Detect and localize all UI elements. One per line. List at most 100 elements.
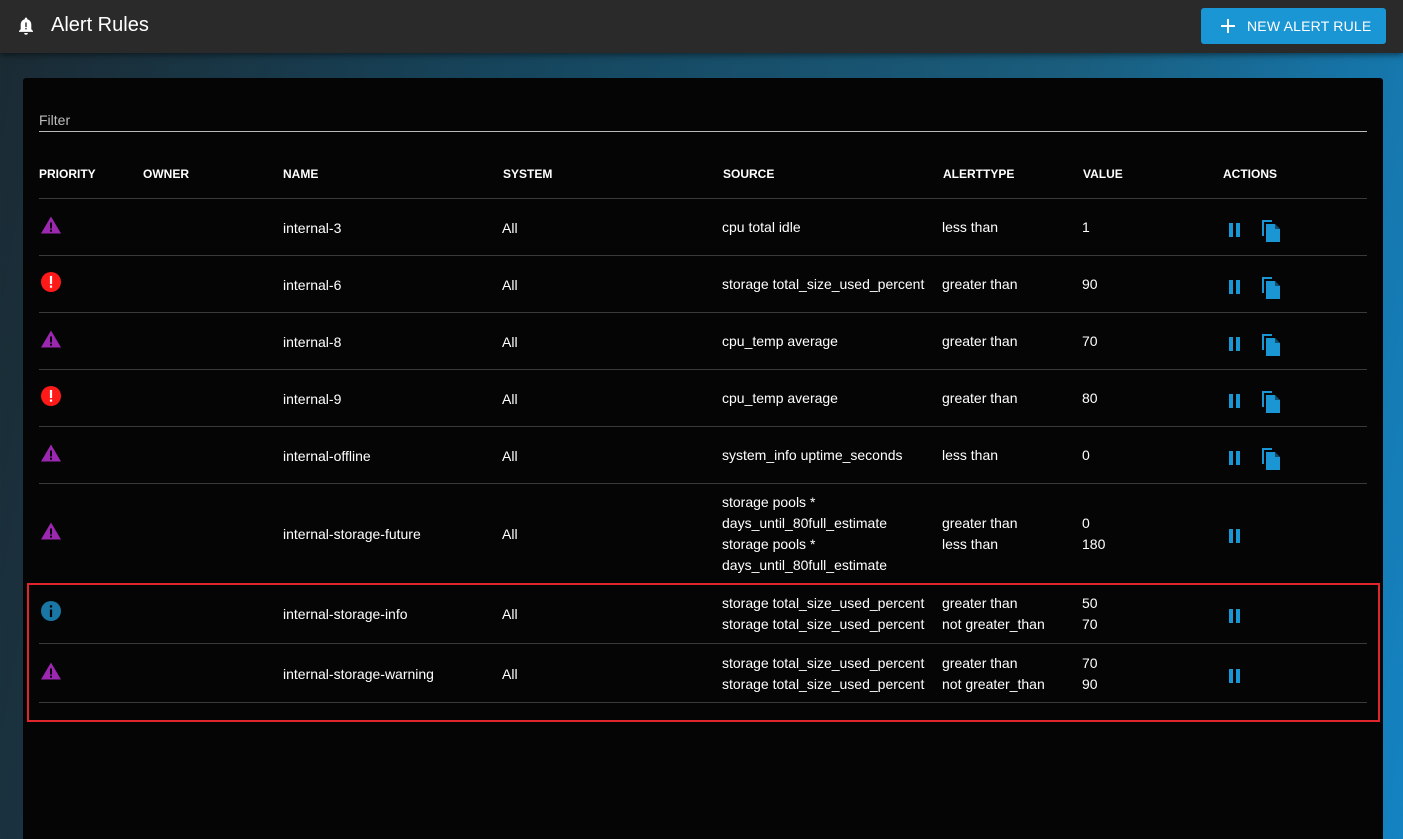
rule-source: days_until_80full_estimate [722, 515, 887, 531]
column-header-actions: ACTIONS [1223, 167, 1277, 181]
column-header-alerttype[interactable]: ALERTTYPE [943, 167, 1014, 181]
row-divider [39, 583, 1367, 584]
table-row[interactable]: internal-3 All cpu total idle less than 1 [23, 198, 1383, 256]
row-divider [39, 312, 1367, 313]
error-icon [41, 385, 61, 406]
rule-source: storage total_size_used_percent [722, 276, 925, 292]
copy-icon[interactable] [1260, 219, 1282, 243]
rule-alerttype: greater than [942, 390, 1018, 406]
alert-rules-panel: PRIORITY OWNER NAME SYSTEM SOURCE ALERTT… [23, 78, 1383, 839]
rule-name: internal-8 [283, 333, 342, 350]
table-row[interactable]: internal-9 All cpu_temp average greater tha… [23, 369, 1383, 427]
warning-icon [41, 444, 61, 461]
rule-alerttype: not greater_than [942, 616, 1045, 632]
column-header-priority[interactable]: PRIORITY [39, 167, 96, 181]
rule-alerttype: not greater_than [942, 675, 1045, 692]
pause-icon[interactable] [1228, 450, 1242, 465]
column-header-source[interactable]: SOURCE [723, 167, 774, 181]
copy-icon[interactable] [1260, 276, 1282, 300]
pause-icon[interactable] [1228, 222, 1242, 237]
warning-icon [41, 662, 61, 679]
rule-system: All [502, 390, 518, 407]
page-title: Alert Rules [51, 14, 149, 36]
rule-source: cpu_temp average [722, 390, 838, 406]
rule-source: system_info uptime_seconds [722, 447, 903, 463]
plus-icon [1221, 19, 1235, 33]
rule-alerttype: greater than [942, 333, 1018, 349]
rule-value: 70 [1082, 654, 1098, 671]
rule-name: internal-storage-info [283, 606, 408, 622]
rule-value: 90 [1082, 675, 1098, 692]
rule-source: cpu total idle [722, 219, 801, 235]
pause-icon[interactable] [1228, 668, 1242, 683]
new-alert-rule-button[interactable]: NEW ALERT RULE [1201, 8, 1386, 44]
rule-value: 70 [1082, 616, 1098, 632]
warning-icon [41, 522, 61, 540]
rule-value: 80 [1082, 390, 1098, 406]
row-divider [39, 702, 1367, 703]
row-divider [39, 369, 1367, 370]
rule-value: 1 [1082, 219, 1090, 235]
rule-system: All [502, 447, 518, 464]
rule-name: internal-3 [283, 219, 342, 236]
rule-source: storage pools * [722, 536, 816, 552]
row-divider [39, 643, 1367, 644]
error-icon [41, 271, 61, 292]
info-icon [41, 601, 61, 621]
rule-system: All [502, 526, 518, 542]
rule-alerttype: greater than [942, 654, 1018, 671]
rule-value: 90 [1082, 276, 1098, 292]
pause-icon[interactable] [1228, 279, 1242, 294]
pause-icon[interactable] [1228, 529, 1242, 543]
rule-value: 70 [1082, 333, 1098, 349]
rule-value: 180 [1082, 536, 1106, 552]
column-header-system[interactable]: SYSTEM [503, 167, 552, 181]
rule-alerttype: less than [942, 536, 999, 552]
rule-alerttype: greater than [942, 595, 1018, 611]
rule-alerttype: less than [942, 447, 999, 463]
rule-system: All [502, 219, 518, 236]
rule-name: internal-offline [283, 447, 371, 464]
copy-icon[interactable] [1260, 447, 1282, 471]
top-app-bar: Alert Rules NEW ALERT RULE [0, 0, 1403, 53]
table-row[interactable]: internal-storage-warning All storage total… [23, 643, 1383, 703]
rule-value: 0 [1082, 515, 1090, 531]
rule-source: storage total_size_used_percent [722, 675, 925, 692]
table-row[interactable]: internal-6 All storage total_size_used_per… [23, 255, 1383, 313]
rule-system: All [502, 333, 518, 350]
table-row[interactable]: internal-storage-info All storage total_si… [23, 583, 1383, 644]
warning-icon [41, 330, 61, 347]
copy-icon[interactable] [1260, 333, 1282, 357]
rule-source: storage total_size_used_percent [722, 616, 925, 632]
rule-source: storage pools * [722, 494, 816, 510]
warning-icon [41, 216, 61, 233]
pause-icon[interactable] [1228, 609, 1242, 623]
rule-name: internal-storage-future [283, 526, 421, 542]
column-header-name[interactable]: NAME [283, 167, 318, 181]
rule-value: 0 [1082, 447, 1090, 463]
rule-value: 50 [1082, 595, 1098, 611]
rule-alerttype: greater than [942, 515, 1018, 531]
rule-name: internal-storage-warning [283, 665, 434, 682]
rule-source: cpu_temp average [722, 333, 838, 349]
rule-source: storage total_size_used_percent [722, 654, 925, 671]
rule-system: All [502, 276, 518, 293]
copy-icon[interactable] [1260, 390, 1282, 414]
row-divider [39, 426, 1367, 427]
filter-field[interactable] [39, 110, 1367, 132]
table-row[interactable]: internal-offline All system_info uptime_se… [23, 426, 1383, 484]
rule-source: days_until_80full_estimate [722, 557, 887, 573]
column-header-owner[interactable]: OWNER [143, 167, 189, 181]
rule-source: storage total_size_used_percent [722, 595, 925, 611]
row-divider [39, 198, 1367, 199]
rule-system: All [502, 606, 518, 622]
table-row[interactable]: internal-storage-future All storage pools … [23, 483, 1383, 584]
filter-input[interactable] [39, 110, 1367, 130]
pause-icon[interactable] [1228, 393, 1242, 408]
column-header-value[interactable]: VALUE [1083, 167, 1123, 181]
rule-alerttype: greater than [942, 276, 1018, 292]
pause-icon[interactable] [1228, 336, 1242, 351]
table-row[interactable]: internal-8 All cpu_temp average greater tha… [23, 312, 1383, 370]
rule-name: internal-6 [283, 276, 342, 293]
row-divider [39, 255, 1367, 256]
